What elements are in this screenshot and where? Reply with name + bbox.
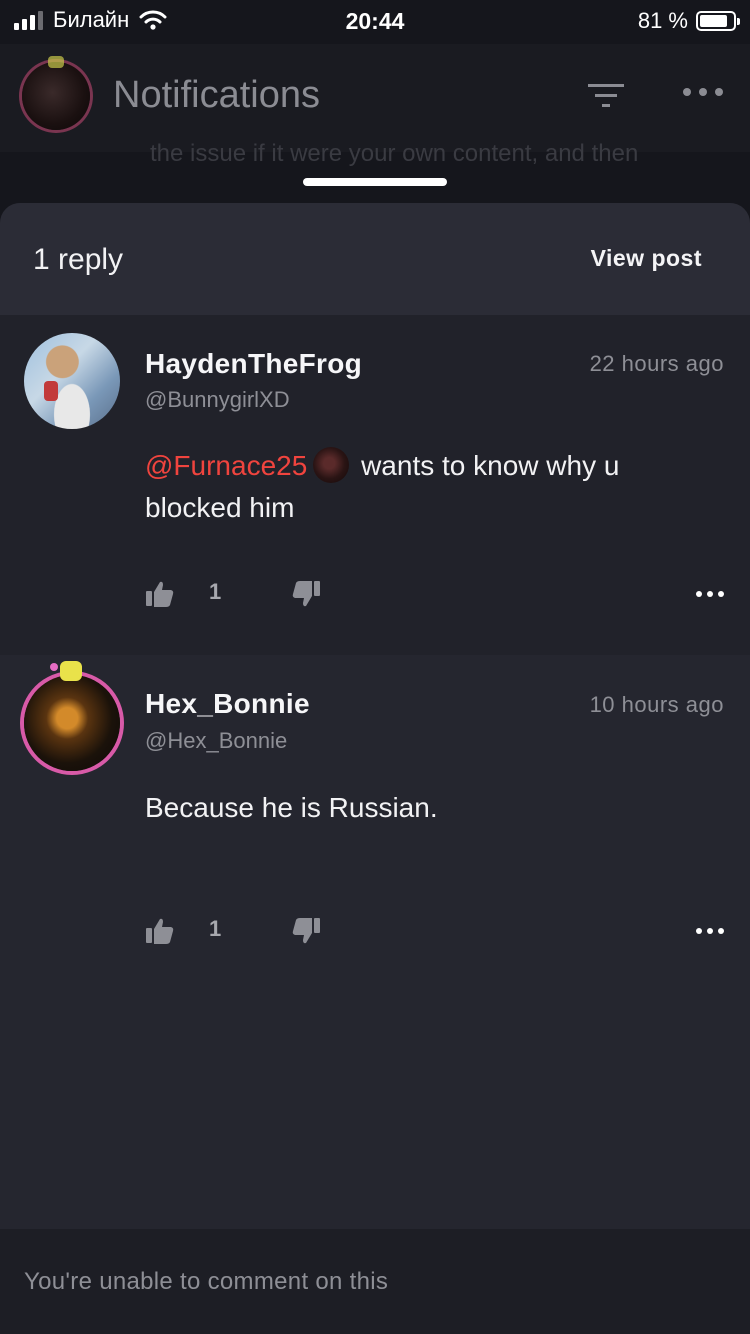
replies-sheet: 1 reply View post HaydenTheFrog @Bunnygi… xyxy=(0,203,750,1334)
comment-timestamp: 22 hours ago xyxy=(589,351,724,376)
page-title: Notifications xyxy=(113,74,320,116)
app-header: Notifications xyxy=(0,44,750,152)
comment-footer: You're unable to comment on this xyxy=(0,1229,750,1334)
filter-icon[interactable] xyxy=(586,82,626,112)
mention-avatar xyxy=(313,447,350,483)
avatar-badge-icon xyxy=(50,661,82,681)
comment-author-name[interactable]: HaydenTheFrog xyxy=(145,348,362,380)
like-count: 1 xyxy=(209,579,222,604)
avatar[interactable] xyxy=(24,675,120,771)
background-text: the issue if it were your own content, a… xyxy=(150,140,639,167)
more-options-icon[interactable] xyxy=(680,82,726,102)
comment-more-icon[interactable] xyxy=(695,589,725,599)
avatar[interactable] xyxy=(24,333,120,429)
like-count: 1 xyxy=(209,916,222,941)
comment-disabled-notice: You're unable to comment on this xyxy=(24,1268,389,1295)
thumb-down-icon[interactable] xyxy=(291,580,321,608)
reply-count: 1 reply xyxy=(33,243,124,276)
status-bar: Билайн 20:44 81 % xyxy=(0,0,750,44)
thumb-up-icon[interactable] xyxy=(145,917,175,945)
comment-body: Because he is Russian. xyxy=(145,792,438,823)
comment-item: Hex_Bonnie @Hex_Bonnie 10 hours ago Beca… xyxy=(0,655,750,1230)
view-post-button[interactable]: View post xyxy=(591,245,702,272)
battery-percent: 81 % xyxy=(637,8,688,33)
mention-link[interactable]: @Furnace25 xyxy=(145,450,307,481)
avatar-badge-icon xyxy=(48,56,64,68)
comment-author-name[interactable]: Hex_Bonnie xyxy=(145,688,310,720)
comment-actions: 1 xyxy=(145,912,725,952)
comment-body: @Furnace25 wants to know why u blocked h… xyxy=(145,445,705,529)
thumb-down-icon[interactable] xyxy=(291,917,321,945)
comment-author-handle: @BunnygirlXD xyxy=(145,387,290,412)
comment-actions: 1 xyxy=(145,575,725,615)
comment-item: HaydenTheFrog @BunnygirlXD 22 hours ago … xyxy=(0,315,750,655)
profile-avatar[interactable] xyxy=(22,62,90,130)
battery-icon xyxy=(696,11,740,31)
comment-timestamp: 10 hours ago xyxy=(589,692,724,717)
comment-author-handle: @Hex_Bonnie xyxy=(145,728,288,753)
sheet-drag-handle[interactable] xyxy=(303,178,447,186)
comment-more-icon[interactable] xyxy=(695,926,725,936)
sheet-header: 1 reply View post xyxy=(0,203,750,315)
thumb-up-icon[interactable] xyxy=(145,580,175,608)
